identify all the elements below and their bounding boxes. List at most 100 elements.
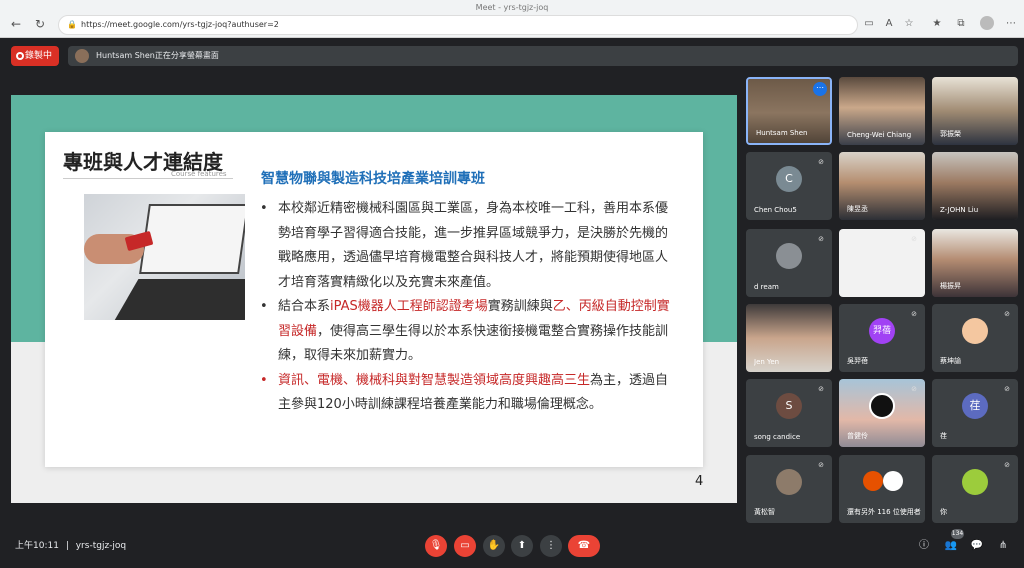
- participant-tile[interactable]: ⊘ C Chen Chou5: [746, 152, 832, 220]
- avatar: [962, 318, 988, 344]
- address-bar[interactable]: 🔒 https://meet.google.com/yrs-tgjz-joq?a…: [58, 15, 858, 35]
- mic-off-icon: ⊘: [1004, 461, 1010, 469]
- activities-icon[interactable]: ⋔: [995, 538, 1011, 554]
- participant-name: Cheng-Wei Chiang: [847, 131, 912, 139]
- camera-toggle-button[interactable]: ▭: [454, 535, 476, 557]
- participant-name: 蔡坤諭: [940, 357, 961, 365]
- people-icon[interactable]: 👥: [943, 538, 959, 554]
- favorites-icon[interactable]: ★: [930, 17, 944, 31]
- participant-name: Huntsam Shen: [756, 129, 808, 137]
- mic-off-icon: ⊘: [911, 385, 917, 393]
- avatar: [776, 243, 802, 269]
- avatar: [869, 393, 895, 419]
- more-options-button[interactable]: ⋮: [540, 535, 562, 557]
- participant-name: Jen Yen: [754, 358, 780, 366]
- participant-tile[interactable]: ⊘ 曾健伶: [839, 379, 925, 447]
- avatar: S: [776, 393, 802, 419]
- participant-tile[interactable]: ⊘ 黃松智: [746, 455, 832, 523]
- back-icon[interactable]: ←: [8, 16, 24, 32]
- meet-window: 錄製中 Huntsam Shen正在分享螢幕畫面 專班與人才連結度 Course…: [0, 38, 1024, 568]
- participant-name: song candice: [754, 433, 801, 441]
- mic-toggle-button[interactable]: 🎙: [425, 535, 447, 557]
- presenter-avatar: [75, 49, 89, 63]
- participant-name: d ream: [754, 283, 779, 291]
- participant-name: 楊振昇: [940, 282, 961, 290]
- people-count-badge: 134: [951, 529, 964, 539]
- participant-tile[interactable]: ⊘ d ream: [746, 229, 832, 297]
- participant-name: 還有另外 116 位使用者: [847, 508, 921, 516]
- title-divider: [63, 178, 233, 179]
- mic-off-icon: ⊘: [818, 461, 824, 469]
- mic-off-icon: ⊘: [911, 310, 917, 318]
- meeting-code: yrs-tgjz-joq: [75, 541, 127, 551]
- separator: |: [65, 541, 69, 551]
- participant-name: 郭振榮: [940, 130, 961, 138]
- mic-off-icon: ⊘: [1004, 310, 1010, 318]
- avatar: 羿蓓: [869, 318, 895, 344]
- slide-page-number: 4: [695, 474, 704, 489]
- recording-badge: 錄製中: [11, 46, 59, 66]
- participant-name: Chen Chou5: [754, 206, 797, 214]
- present-button[interactable]: ⬆: [511, 535, 533, 557]
- slide-card: 專班與人才連結度 Course features 智慧物聯與製造科技培產業培訓專…: [45, 132, 703, 467]
- participant-tile[interactable]: 陳昱丞: [839, 152, 925, 220]
- participant-tile[interactable]: ⊘ 蔡坤諭: [932, 304, 1018, 372]
- collections-icon[interactable]: ⧉: [954, 17, 968, 31]
- profile-avatar[interactable]: [980, 16, 994, 30]
- participant-tile[interactable]: ⊘ 荏 荏: [932, 379, 1018, 447]
- participant-name: Z-JOHN Liu: [940, 206, 979, 214]
- bullet-2: 結合本系iPAS機器人工程師認證考場實務訓練與乙、丙級自動控制實習設備，使得高三…: [258, 295, 678, 369]
- tennis-ball-avatar: [962, 469, 988, 495]
- presenting-banner: Huntsam Shen正在分享螢幕畫面: [68, 46, 1018, 66]
- camera-icon[interactable]: ▭: [862, 17, 876, 31]
- lock-icon: 🔒: [67, 20, 77, 29]
- participant-tile[interactable]: ⊘ S song candice: [746, 379, 832, 447]
- chat-icon[interactable]: 💬: [969, 538, 985, 554]
- more-participants-tile[interactable]: 還有另外 116 位使用者: [839, 455, 925, 523]
- bullet-list: 本校鄰近精密機械科園區與工業區，身為本校唯一工科，善用本系優勢培育學子習得適合技…: [258, 197, 678, 418]
- participant-tile-self[interactable]: ⊘ 你: [932, 455, 1018, 523]
- info-icon[interactable]: ⓘ: [916, 538, 932, 554]
- favorite-add-icon[interactable]: ☆: [902, 17, 916, 31]
- mic-off-icon: ⊘: [911, 235, 917, 243]
- participant-tile[interactable]: 郭振榮: [932, 77, 1018, 145]
- avatar: [863, 471, 883, 491]
- mic-off-icon: ⊘: [1004, 385, 1010, 393]
- participant-name: 曾健伶: [847, 432, 868, 440]
- participant-tile[interactable]: ⋯ Huntsam Shen: [746, 77, 832, 145]
- browser-toolbar: Meet - yrs-tgjz-joq ← ↻ 🔒 https://meet.g…: [0, 0, 1024, 38]
- bullet-3: 資訊、電機、機械科與對智慧製造領域高度興趣高三生為主，透過自主參與120小時訓練…: [258, 369, 678, 418]
- avatar: [883, 471, 903, 491]
- participant-name: 你: [940, 508, 947, 516]
- reload-icon[interactable]: ↻: [32, 16, 48, 32]
- participant-tile[interactable]: Z-JOHN Liu: [932, 152, 1018, 220]
- mic-off-icon: ⊘: [818, 158, 824, 166]
- laptop-photo: [84, 194, 245, 320]
- presenting-text: Huntsam Shen正在分享螢幕畫面: [96, 51, 219, 60]
- participant-name: 陳昱丞: [847, 205, 868, 213]
- more-menu-icon[interactable]: ⋯: [1004, 17, 1018, 31]
- avatar: [776, 469, 802, 495]
- slide-subtitle: Course features: [171, 170, 227, 178]
- shared-screen: 專班與人才連結度 Course features 智慧物聯與製造科技培產業培訓專…: [11, 95, 737, 503]
- more-options-icon[interactable]: ⋯: [813, 82, 827, 96]
- participant-tile[interactable]: ⊘: [839, 229, 925, 297]
- participant-tile[interactable]: Jen Yen: [746, 304, 832, 372]
- clock-time: 上午10:11: [15, 541, 59, 551]
- read-aloud-icon[interactable]: A: [882, 17, 896, 31]
- bullet-1: 本校鄰近精密機械科園區與工業區，身為本校唯一工科，善用本系優勢培育學子習得適合技…: [258, 197, 678, 295]
- participant-name: 黃松智: [754, 508, 775, 516]
- bottom-bar: 上午10:11 | yrs-tgjz-joq 🎙 ▭ ✋ ⬆ ⋮ ☎ ⓘ 👥 1…: [0, 528, 1024, 568]
- leave-call-button[interactable]: ☎: [568, 535, 600, 557]
- participant-tile[interactable]: Cheng-Wei Chiang: [839, 77, 925, 145]
- laptop-keyboard: [109, 279, 245, 320]
- participant-name: 吳羿蓓: [847, 357, 868, 365]
- avatar: C: [776, 166, 802, 192]
- avatar: 荏: [962, 393, 988, 419]
- participant-name: 荏: [940, 432, 947, 440]
- tab-title: Meet - yrs-tgjz-joq: [475, 3, 549, 12]
- participant-tile[interactable]: ⊘ 羿蓓 吳羿蓓: [839, 304, 925, 372]
- participant-tile[interactable]: 楊振昇: [932, 229, 1018, 297]
- raise-hand-button[interactable]: ✋: [483, 535, 505, 557]
- meeting-details: 上午10:11 | yrs-tgjz-joq: [15, 538, 126, 551]
